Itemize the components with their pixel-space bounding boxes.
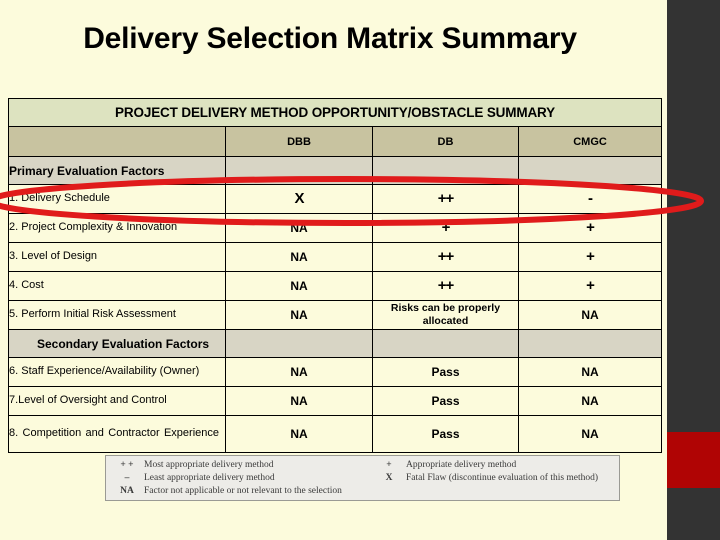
legend-label: Least appropriate delivery method [144, 473, 275, 483]
cell-db: ++ [372, 271, 519, 301]
page-title: Delivery Selection Matrix Summary [83, 22, 577, 55]
table-row: 7.Level of Oversight and Control NA Pass… [8, 386, 663, 416]
legend-label: Most appropriate delivery method [144, 460, 274, 470]
factor-label: 2. Project Complexity & Innovation [8, 213, 226, 243]
legend-label: Fatal Flaw (discontinue evaluation of th… [406, 473, 599, 483]
cell-dbb: NA [225, 300, 373, 330]
factor-label: 7.Level of Oversight and Control [8, 386, 226, 416]
legend-box: + + Most appropriate delivery method – L… [105, 455, 620, 501]
delivery-selection-matrix: PROJECT DELIVERY METHOD OPPORTUNITY/OBST… [7, 98, 663, 453]
legend-column-left: + + Most appropriate delivery method – L… [114, 460, 394, 486]
section-label-secondary: Secondary Evaluation Factors [8, 329, 226, 358]
cell-dbb: NA [225, 386, 373, 416]
section-spacer-db [372, 156, 519, 185]
section-spacer-cmgc [517, 156, 663, 185]
factor-label: 6. Staff Experience/Availability (Owner) [8, 357, 226, 387]
factor-label: 1. Delivery Schedule [8, 184, 226, 214]
cell-db: Pass [372, 415, 519, 453]
legend-symbol-x: X [385, 473, 393, 483]
cell-cmgc: NA [517, 300, 663, 330]
factor-label: 5. Perform Initial Risk Assessment [8, 300, 226, 330]
legend-item: – Least appropriate delivery method [114, 473, 394, 486]
table-row: 1. Delivery Schedule X ++ - [8, 184, 663, 214]
cell-dbb: X [225, 184, 373, 214]
column-header-db: DB [372, 126, 519, 157]
cell-dbb: NA [225, 415, 373, 453]
legend-item-na: NA Factor not applicable or not relevant… [114, 486, 342, 496]
legend-symbol-minus: – [124, 473, 130, 483]
cell-cmgc: NA [517, 386, 663, 416]
cell-db: Pass [372, 357, 519, 387]
right-rail-accent-block [667, 432, 720, 488]
cell-cmgc: NA [517, 357, 663, 387]
table-row: 8. Competition and Contractor Experience… [8, 415, 663, 453]
cell-db: ++ [372, 184, 519, 214]
table-banner-row: PROJECT DELIVERY METHOD OPPORTUNITY/OBST… [7, 98, 663, 127]
factor-label: 3. Level of Design [8, 242, 226, 272]
factor-label: 4. Cost [8, 271, 226, 301]
column-header-dbb: DBB [225, 126, 373, 157]
matrix-banner: PROJECT DELIVERY METHOD OPPORTUNITY/OBST… [7, 98, 663, 127]
legend-label: Factor not applicable or not relevant to… [144, 486, 342, 496]
column-header-factor [8, 126, 226, 157]
cell-db: Pass [372, 386, 519, 416]
cell-cmgc: + [517, 271, 663, 301]
table-row: 2. Project Complexity & Innovation NA + … [8, 213, 663, 243]
cell-db: ++ [372, 242, 519, 272]
legend-symbol-na: NA [120, 486, 134, 496]
table-row: 5. Perform Initial Risk Assessment NA Ri… [8, 300, 663, 330]
section-spacer-cmgc [517, 329, 663, 358]
cell-cmgc: NA [517, 415, 663, 453]
table-row: 4. Cost NA ++ + [8, 271, 663, 301]
table-row: 3. Level of Design NA ++ + [8, 242, 663, 272]
cell-db: + [372, 213, 519, 243]
legend-item: + Appropriate delivery method [376, 460, 626, 473]
cell-db: Risks can be properly allocated [372, 300, 519, 330]
section-spacer-db [372, 329, 519, 358]
cell-cmgc: + [517, 242, 663, 272]
section-header-primary: Primary Evaluation Factors [8, 156, 663, 185]
matrix-table: PROJECT DELIVERY METHOD OPPORTUNITY/OBST… [7, 98, 663, 453]
table-row: 6. Staff Experience/Availability (Owner)… [8, 357, 663, 387]
cell-cmgc: + [517, 213, 663, 243]
legend-label: Appropriate delivery method [406, 460, 517, 470]
cell-dbb: NA [225, 242, 373, 272]
section-label-primary: Primary Evaluation Factors [8, 156, 226, 185]
legend-symbol-plus: + [386, 460, 392, 470]
legend-item: X Fatal Flaw (discontinue evaluation of … [376, 473, 626, 486]
factor-label: 8. Competition and Contractor Experience [8, 415, 226, 453]
section-header-secondary: Secondary Evaluation Factors [8, 329, 663, 358]
table-header-row: DBB DB CMGC [8, 126, 663, 157]
section-spacer-dbb [225, 329, 373, 358]
legend-column-right: + Appropriate delivery method X Fatal Fl… [376, 460, 626, 486]
legend-symbol-plusplus: + + [120, 460, 134, 470]
cell-cmgc: - [517, 184, 663, 214]
cell-dbb: NA [225, 213, 373, 243]
column-header-cmgc: CMGC [517, 126, 663, 157]
cell-dbb: NA [225, 271, 373, 301]
cell-dbb: NA [225, 357, 373, 387]
legend-item: + + Most appropriate delivery method [114, 460, 394, 473]
section-spacer-dbb [225, 156, 373, 185]
